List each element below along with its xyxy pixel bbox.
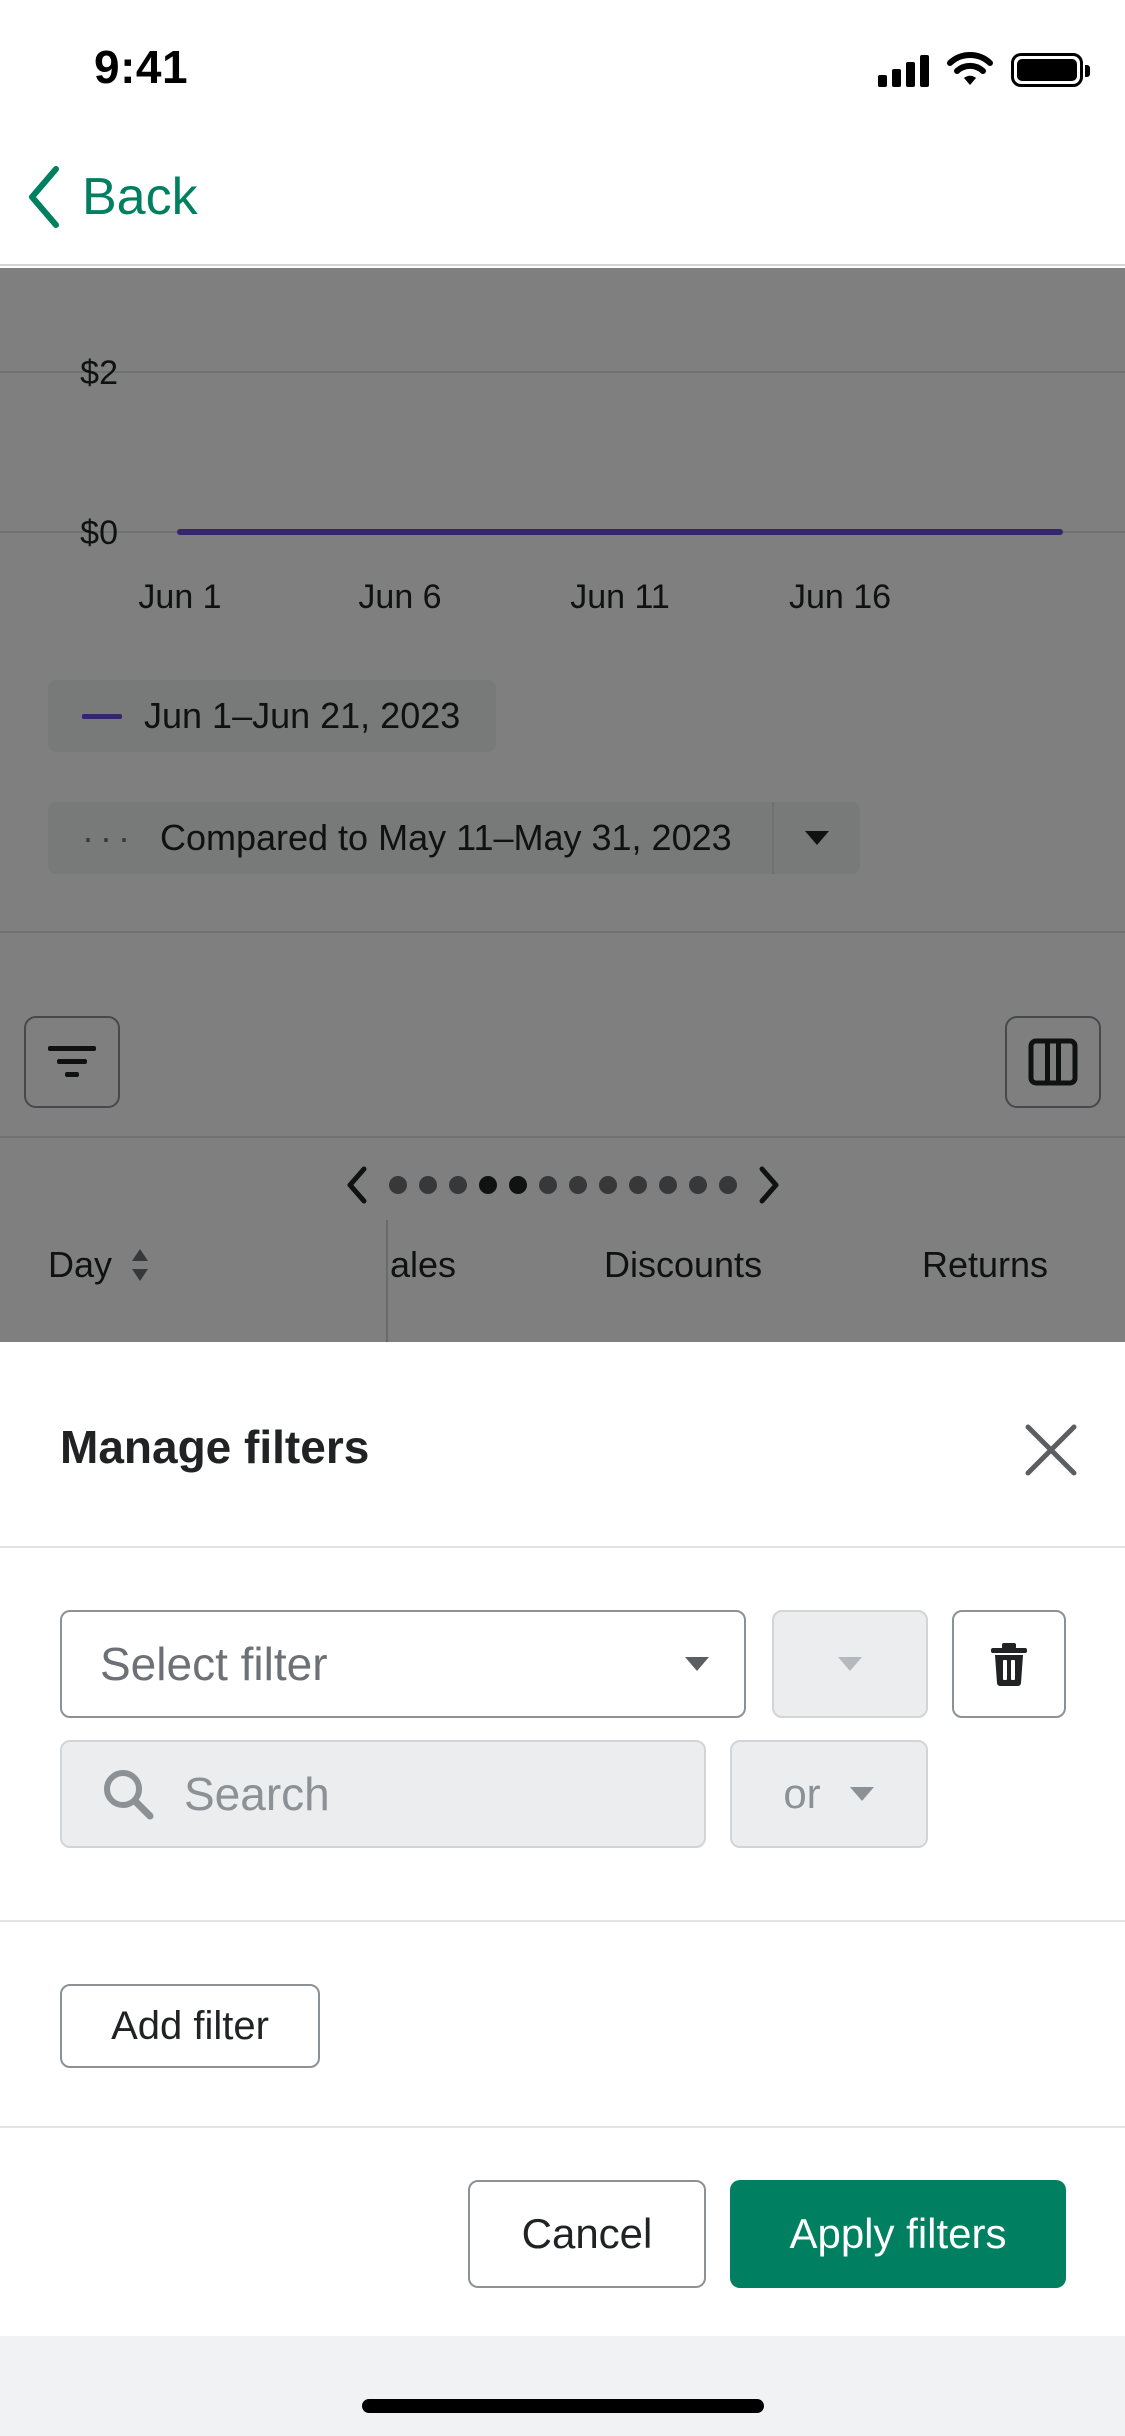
back-button[interactable]: Back (26, 162, 198, 232)
sheet-header: Manage filters (0, 1342, 1125, 1548)
modal-backdrop[interactable] (0, 268, 1125, 1342)
operator-dropdown[interactable] (772, 1610, 928, 1718)
chevron-down-icon (838, 1657, 862, 1671)
select-filter-placeholder: Select filter (100, 1638, 328, 1690)
close-button[interactable] (1013, 1412, 1089, 1488)
delete-filter-button[interactable] (952, 1610, 1066, 1718)
conjunction-dropdown[interactable]: or (730, 1740, 928, 1848)
filter-rows: Select filter or (0, 1548, 1125, 1922)
status-icons (878, 50, 1090, 90)
home-indicator-area (0, 2336, 1125, 2436)
trash-icon (991, 1643, 1027, 1686)
filter-search-input[interactable] (184, 1767, 664, 1821)
nav-bar: Back (0, 132, 1125, 266)
home-indicator[interactable] (362, 2399, 764, 2413)
add-filter-button[interactable]: Add filter (60, 1984, 320, 2068)
sheet-title: Manage filters (60, 1421, 370, 1473)
chevron-left-icon (29, 166, 59, 228)
signal-icon (878, 53, 929, 87)
battery-icon (1011, 53, 1090, 87)
add-filter-section: Add filter (0, 1922, 1125, 2128)
apply-filters-button[interactable]: Apply filters (730, 2180, 1066, 2288)
status-time: 9:41 (94, 41, 189, 93)
search-icon (104, 1770, 154, 1820)
sheet-footer: Cancel Apply filters (0, 2128, 1125, 2336)
back-label: Back (82, 168, 198, 226)
status-bar: 9:41 (0, 0, 1125, 132)
conjunction-value: or (783, 1770, 821, 1817)
manage-filters-sheet: Manage filters Select filter Search or A… (0, 1342, 1125, 2336)
cancel-button[interactable]: Cancel (468, 2180, 706, 2288)
filter-search-field[interactable] (60, 1740, 706, 1848)
select-filter-dropdown[interactable]: Select filter (60, 1610, 746, 1718)
wifi-icon (947, 52, 993, 85)
chevron-down-icon (685, 1657, 709, 1671)
chevron-down-icon (849, 1787, 874, 1801)
close-icon (1025, 1424, 1077, 1476)
